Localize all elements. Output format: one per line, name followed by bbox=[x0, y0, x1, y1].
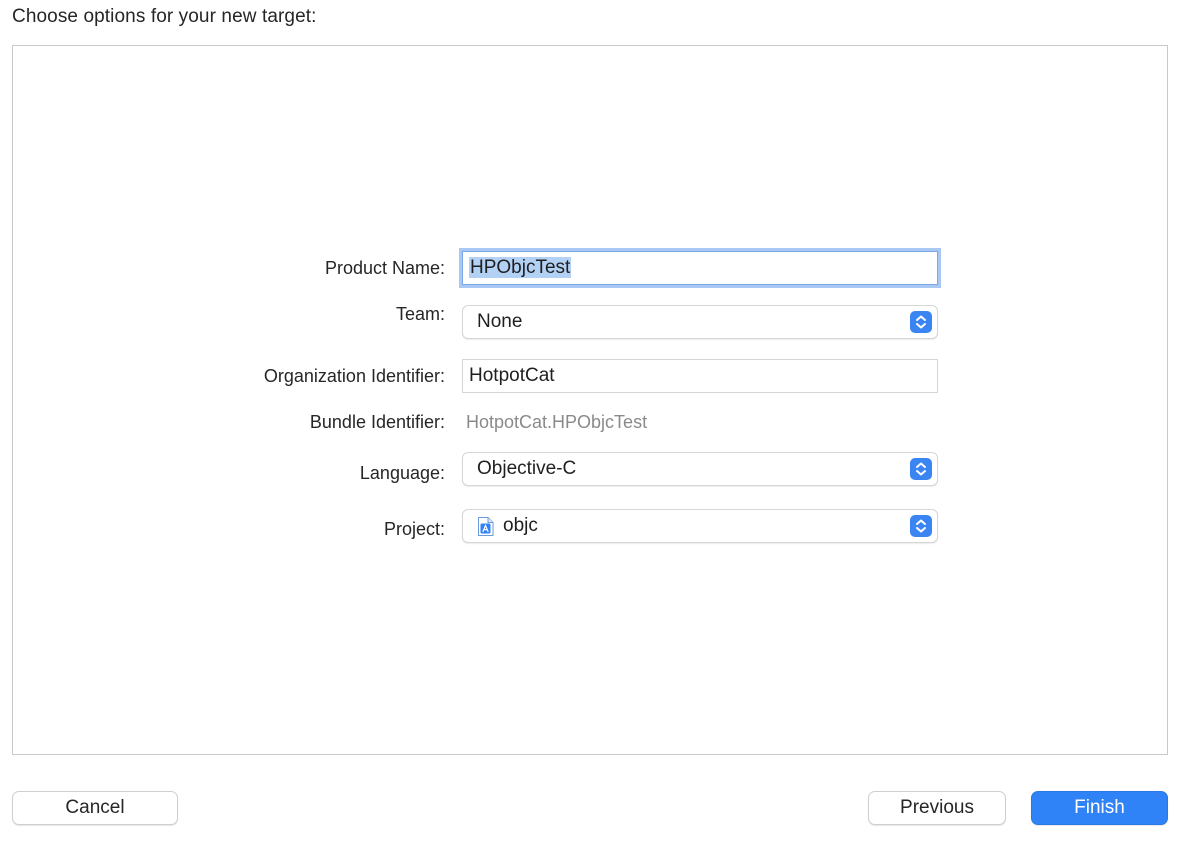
options-panel: Product Name: HPObjcTest Team: None Orga… bbox=[12, 45, 1168, 755]
language-label: Language: bbox=[359, 463, 445, 483]
previous-button[interactable]: Previous bbox=[868, 791, 1006, 825]
team-popup[interactable]: None bbox=[462, 305, 938, 339]
xcode-project-icon bbox=[477, 517, 494, 536]
bundle-identifier-label: Bundle Identifier: bbox=[309, 412, 445, 432]
finish-button[interactable]: Finish bbox=[1031, 791, 1168, 825]
product-name-label: Product Name: bbox=[324, 258, 445, 278]
organization-identifier-value: HotpotCat bbox=[469, 365, 555, 386]
product-name-value: HPObjcTest bbox=[469, 257, 572, 278]
project-label: Project: bbox=[383, 519, 445, 539]
project-value: objc bbox=[503, 515, 538, 536]
language-value: Objective-C bbox=[477, 458, 577, 479]
team-label: Team: bbox=[395, 304, 445, 324]
cancel-button[interactable]: Cancel bbox=[12, 791, 178, 825]
popup-arrows-icon bbox=[910, 311, 932, 333]
project-popup[interactable]: objc bbox=[462, 509, 938, 543]
popup-arrows-icon bbox=[910, 458, 932, 480]
sheet-title: Choose options for your new target: bbox=[12, 6, 317, 27]
organization-identifier-field[interactable]: HotpotCat bbox=[462, 359, 938, 393]
popup-arrows-icon bbox=[910, 515, 932, 537]
product-name-field[interactable]: HPObjcTest bbox=[462, 251, 938, 285]
team-value: None bbox=[477, 311, 523, 332]
organization-identifier-label: Organization Identifier: bbox=[263, 366, 445, 386]
language-popup[interactable]: Objective-C bbox=[462, 452, 938, 486]
bundle-identifier-value: HotpotCat.HPObjcTest bbox=[466, 412, 648, 432]
